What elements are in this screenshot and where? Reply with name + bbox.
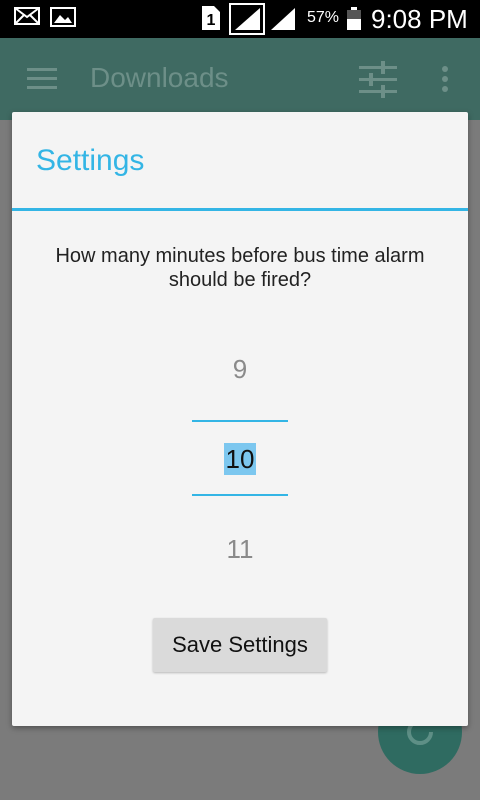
battery-percent: 57%	[307, 9, 340, 26]
status-bar: 1 57% 9:08 PM	[0, 0, 480, 38]
clock: 9:08 PM	[371, 4, 468, 34]
mail-icon	[14, 6, 40, 31]
sim-slot-text: 1	[207, 12, 216, 29]
more-vert-icon[interactable]	[441, 66, 449, 97]
sim-icon: 1	[200, 6, 220, 35]
image-icon	[50, 6, 76, 33]
picker-divider-top	[192, 420, 288, 422]
picker-divider-bottom	[192, 494, 288, 496]
signal-icon	[270, 7, 296, 36]
picker-current-text[interactable]: 10	[223, 443, 257, 475]
tune-icon[interactable]	[359, 60, 397, 103]
signal-icon	[229, 3, 265, 40]
title-divider	[12, 208, 468, 211]
battery-icon	[346, 7, 362, 36]
picker-previous-value[interactable]: 9	[192, 354, 288, 385]
menu-icon[interactable]	[27, 68, 57, 95]
app-bar: Downloads	[0, 38, 480, 120]
app-title: Downloads	[90, 62, 229, 93]
picker-next-value[interactable]: 11	[192, 534, 288, 565]
picker-current-value[interactable]: 10	[192, 443, 288, 475]
settings-dialog: Settings How many minutes before bus tim…	[12, 112, 468, 726]
dialog-message: How many minutes before bus time alarm s…	[55, 245, 425, 291]
save-settings-button[interactable]: Save Settings	[153, 618, 327, 672]
dialog-title: Settings	[36, 144, 145, 177]
